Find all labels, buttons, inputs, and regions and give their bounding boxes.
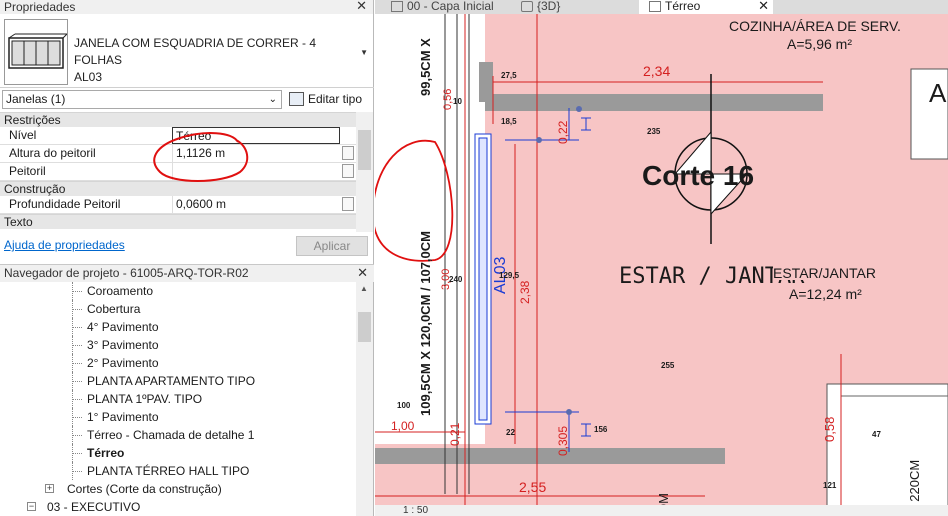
dim-2-38: 2,38 xyxy=(518,280,532,304)
tab-terreo[interactable]: Térreo ✕ xyxy=(639,0,773,14)
tree-item[interactable]: 3° Pavimento xyxy=(0,336,356,354)
project-browser-title: Navegador de projeto - 61005-ARQ-TOR-R02 xyxy=(4,266,249,280)
dim-0-305: 0,305 xyxy=(556,425,570,456)
close-icon[interactable]: ✕ xyxy=(357,264,368,281)
red-annotation-circle xyxy=(153,132,249,182)
view-control-bar: 1 : 50 xyxy=(375,505,948,516)
note-240: 240 xyxy=(449,275,463,284)
note-121: 121 xyxy=(823,481,837,490)
dim-0-58: 0,58 xyxy=(822,416,837,442)
tree-item[interactable]: 4° Pavimento xyxy=(0,318,356,336)
project-browser-tree: Coroamento Cobertura 4° Pavimento 3° Pav… xyxy=(0,282,356,516)
tree-item-cortes[interactable]: + Cortes (Corte da construção) xyxy=(0,480,356,498)
room1-area: A=5,96 m² xyxy=(787,36,852,52)
tab-capa-inicial[interactable]: 00 - Capa Inicial xyxy=(381,0,511,14)
sheet-icon xyxy=(391,1,403,12)
expand-icon[interactable]: − xyxy=(27,502,36,511)
tree-item[interactable]: PLANTA TÉRREO HALL TIPO xyxy=(0,462,356,480)
tree-item-selected[interactable]: Térreo xyxy=(0,444,356,462)
tree-item[interactable]: PLANTA APARTAMENTO TIPO xyxy=(0,372,356,390)
room1-name: COZINHA/ÁREA DE SERV. xyxy=(729,18,901,34)
note-27-5: 27,5 xyxy=(501,71,517,80)
note-100: 100 xyxy=(397,401,411,410)
tree-item-executivo[interactable]: − 03 - EXECUTIVO xyxy=(0,498,356,516)
dim-2-55: 2,55 xyxy=(519,479,547,495)
expand-icon[interactable]: + xyxy=(45,484,54,493)
tree-item[interactable]: Térreo - Chamada de detalhe 1 xyxy=(0,426,356,444)
note-129-5: 129,5 xyxy=(499,271,520,280)
section-label: Corte 16 xyxy=(642,160,755,191)
dim-0-21: 0,21 xyxy=(448,422,462,446)
tree-item[interactable]: Coroamento xyxy=(0,282,356,300)
tree-item[interactable]: 1° Pavimento xyxy=(0,408,356,426)
project-browser-scrollbar[interactable]: ▲ xyxy=(356,282,373,516)
left-dock: Propriedades ✕ JANELA COM ESQUADRIA DE C… xyxy=(0,0,374,516)
tab-3d[interactable]: {3D} xyxy=(511,0,639,14)
dim-1-00: 1,00 xyxy=(391,419,415,433)
project-browser-title-bar: Navegador de projeto - 61005-ARQ-TOR-R02… xyxy=(0,264,374,282)
window-dims-top: 99,5CM X xyxy=(418,38,433,96)
note-156: 156 xyxy=(594,425,608,434)
close-icon[interactable]: ✕ xyxy=(758,0,769,12)
3d-cube-icon xyxy=(521,1,533,12)
note-235: 235 xyxy=(647,127,661,136)
scrollbar-thumb[interactable] xyxy=(358,312,371,342)
floor-plan-icon xyxy=(649,1,661,12)
window-dims-main: 109,5CM X 120,0CM / 107,0CM xyxy=(418,231,433,416)
scroll-up-icon[interactable]: ▲ xyxy=(360,284,368,293)
note-47: 47 xyxy=(872,430,881,439)
note-10: 10 xyxy=(453,97,462,106)
note-18-5: 18,5 xyxy=(501,117,517,126)
partial-label-a: A xyxy=(929,78,947,108)
tree-item[interactable]: Cobertura xyxy=(0,300,356,318)
note-255: 255 xyxy=(661,361,675,370)
room2-name: ESTAR/JANTAR xyxy=(773,265,876,281)
drawing-view[interactable]: COZINHA/ÁREA DE SERV. A=5,96 m² A Corte … xyxy=(375,14,948,516)
dim-2-34: 2,34 xyxy=(643,63,671,79)
scale-readout[interactable]: 1 : 50 xyxy=(403,505,428,516)
room2-area: A=12,24 m² xyxy=(789,286,862,302)
tree-item[interactable]: 2° Pavimento xyxy=(0,354,356,372)
view-tabs: 00 - Capa Inicial {3D} Térreo ✕ xyxy=(375,0,948,14)
dim-0-22: 0,22 xyxy=(556,120,570,144)
note-22: 22 xyxy=(506,428,515,437)
tree-item[interactable]: PLANTA 1ºPAV. TIPO xyxy=(0,390,356,408)
